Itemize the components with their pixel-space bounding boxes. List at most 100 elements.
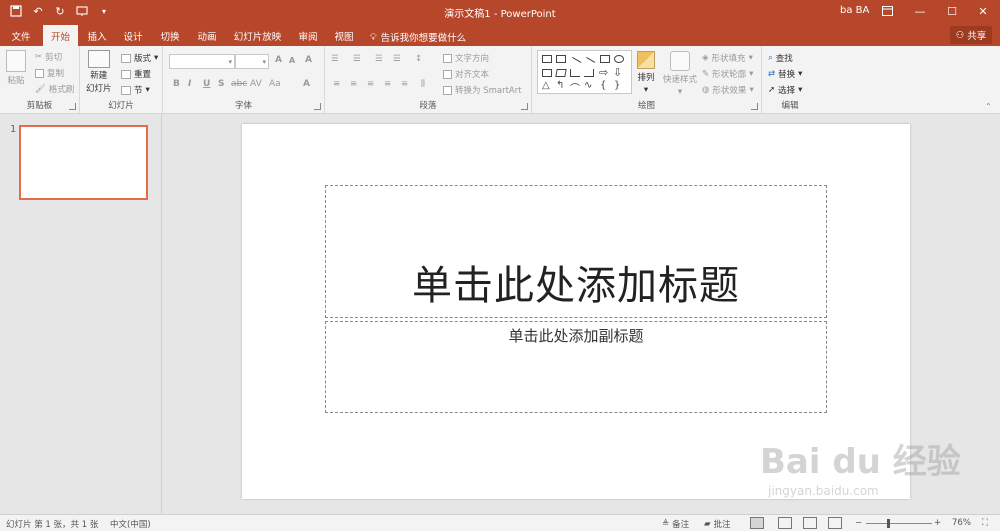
zoom-out-button[interactable]: − (855, 518, 862, 528)
undo-icon[interactable]: ↶ (30, 3, 46, 19)
tab-design[interactable]: 设计 (118, 25, 148, 46)
tab-home[interactable]: 开始 (43, 25, 78, 46)
notes-button[interactable]: ≜ 备注 (662, 518, 689, 530)
align-left-icon[interactable]: ≡ (333, 79, 340, 89)
char-spacing-button[interactable]: AV (250, 79, 262, 89)
rectangle-shape-icon[interactable] (600, 55, 610, 63)
change-case-button[interactable]: Aa (269, 79, 281, 89)
close-icon[interactable]: ✕ (968, 0, 998, 22)
font-launcher-icon[interactable] (314, 103, 321, 110)
numbering-icon[interactable]: ☰ (353, 54, 361, 64)
tab-review[interactable]: 审阅 (293, 25, 323, 46)
vertical-textbox-shape-icon[interactable] (556, 55, 566, 63)
paste-button[interactable]: 粘贴 (6, 50, 26, 86)
columns-icon[interactable]: ⫼ (421, 79, 425, 89)
share-button[interactable]: ⚇ 共享 (950, 26, 992, 44)
font-name-combo[interactable]: ▾ (169, 54, 235, 69)
shape-fill-button[interactable]: ◈ 形状填充 ▾ (702, 52, 753, 64)
find-button[interactable]: ⌕ 查找 (768, 52, 793, 64)
line-spacing-icon[interactable]: ↕ (415, 54, 422, 64)
curve-shape-icon[interactable]: △ (542, 80, 550, 91)
arrange-button[interactable]: 排列 ▾ (637, 51, 655, 95)
title-placeholder[interactable]: 单击此处添加标题 (325, 185, 827, 318)
replace-button[interactable]: ⇄ 替换 ▾ (768, 68, 802, 80)
shape-effects-button[interactable]: ◍ 形状效果 ▾ (702, 84, 754, 96)
zoom-level[interactable]: 76% (952, 518, 971, 528)
textbox-shape-icon[interactable] (542, 55, 552, 63)
paragraph-launcher-icon[interactable] (521, 103, 528, 110)
tab-slideshow[interactable]: 幻灯片放映 (230, 25, 285, 46)
section-button[interactable]: 节 ▾ (121, 84, 150, 96)
redo-icon[interactable]: ↻ (52, 3, 68, 19)
shrink-font-button[interactable]: A (289, 56, 295, 65)
underline-button[interactable]: U (203, 79, 210, 89)
oval-shape-icon[interactable] (614, 55, 624, 63)
comments-button[interactable]: ▰ 批注 (704, 518, 731, 530)
triangle-shape-icon[interactable] (555, 69, 567, 77)
freeform-shape-icon[interactable]: ↰ (556, 80, 564, 91)
font-color-button[interactable]: A (303, 79, 310, 89)
normal-view-icon[interactable] (750, 517, 764, 529)
font-size-combo[interactable]: ▾ (235, 54, 269, 69)
shadow-button[interactable]: S (218, 79, 224, 89)
ribbon-display-options-icon[interactable] (872, 0, 902, 22)
distributed-icon[interactable]: ≡ (401, 79, 408, 89)
close-brace-shape-icon[interactable]: } (614, 80, 620, 91)
bullets-icon[interactable]: ☰ (331, 54, 339, 64)
align-center-icon[interactable]: ≡ (350, 79, 357, 89)
fit-to-window-icon[interactable]: ⛶ (982, 518, 988, 528)
decrease-indent-icon[interactable]: ☰ (375, 54, 383, 64)
user-name[interactable]: ba BA (840, 5, 869, 16)
tell-me-box[interactable]: 💡︎ 告诉我你想要做什么 (370, 30, 466, 45)
italic-button[interactable]: I (188, 79, 191, 89)
subtitle-placeholder[interactable]: 单击此处添加副标题 (325, 321, 827, 413)
clear-format-button[interactable]: A (305, 55, 312, 65)
text-direction-button[interactable]: 文字方向 (443, 52, 489, 64)
wave-shape-icon[interactable]: ∿ (584, 80, 592, 91)
customize-qat-icon[interactable]: ▾ (96, 3, 112, 19)
elbow-connector-shape-icon[interactable] (570, 69, 580, 77)
align-text-button[interactable]: 对齐文本 (443, 68, 489, 80)
zoom-slider-thumb[interactable] (887, 519, 890, 528)
collapse-ribbon-icon[interactable]: ⌃ (985, 102, 992, 111)
down-arrow-shape-icon[interactable]: ⇩ (613, 66, 622, 79)
line-shape-icon[interactable] (568, 57, 582, 69)
bold-button[interactable]: B (173, 79, 180, 89)
quick-styles-button[interactable]: 快速样式 ▾ (663, 51, 697, 97)
maximize-icon[interactable]: ☐ (937, 0, 967, 22)
rounded-rect-shape-icon[interactable] (542, 69, 552, 77)
right-arrow-shape-icon[interactable]: ⇨ (599, 66, 608, 79)
select-button[interactable]: ➚ 选择 ▾ (768, 84, 802, 96)
reset-button[interactable]: 重置 (121, 68, 151, 80)
arc-shape-icon[interactable]: ⌒ (570, 80, 580, 95)
align-right-icon[interactable]: ≡ (367, 79, 374, 89)
shape-outline-button[interactable]: ✎ 形状轮廓 ▾ (702, 68, 753, 80)
slide-sorter-view-icon[interactable] (778, 517, 792, 529)
strikethrough-button[interactable]: abc (231, 79, 247, 89)
save-icon[interactable] (8, 3, 24, 19)
tab-transitions[interactable]: 切换 (155, 25, 185, 46)
shapes-gallery[interactable]: ⇨ ⇩ △ ↰ ⌒ ∿ { } (537, 50, 632, 95)
grow-font-button[interactable]: A (275, 55, 282, 65)
new-slide-button[interactable]: 新建 幻灯片 (86, 50, 112, 94)
tab-view[interactable]: 视图 (329, 25, 359, 46)
increase-indent-icon[interactable]: ☰ (393, 54, 401, 64)
tab-file[interactable]: 文件 (6, 25, 36, 46)
tab-animations[interactable]: 动画 (192, 25, 222, 46)
drawing-launcher-icon[interactable] (751, 103, 758, 110)
clipboard-launcher-icon[interactable] (69, 103, 76, 110)
format-painter-button[interactable]: 🖌︎ 格式刷 (35, 83, 74, 95)
minimize-icon[interactable]: — (905, 0, 935, 22)
arrow-line-shape-icon[interactable] (582, 57, 596, 69)
reading-view-icon[interactable] (803, 517, 817, 529)
language-indicator[interactable]: 中文(中国) (110, 518, 151, 530)
zoom-in-button[interactable]: + (934, 518, 941, 528)
copy-button[interactable]: 复制 (35, 67, 64, 79)
brace-shape-icon[interactable]: { (600, 80, 606, 91)
slide-thumbnail[interactable] (19, 125, 148, 200)
start-slideshow-icon[interactable] (74, 3, 90, 19)
tab-insert[interactable]: 插入 (82, 25, 112, 46)
justify-icon[interactable]: ≡ (384, 79, 391, 89)
slideshow-view-icon[interactable] (828, 517, 842, 529)
cut-button[interactable]: ✂ 剪切 (35, 51, 62, 63)
